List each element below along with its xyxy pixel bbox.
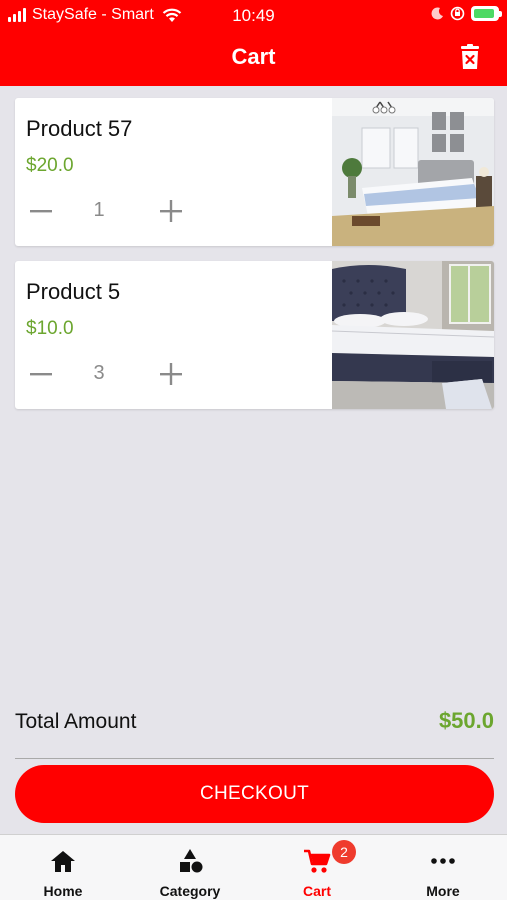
orientation-lock-icon xyxy=(450,6,465,21)
total-row: Total Amount $50.0 xyxy=(15,708,494,738)
tab-bar: Home Category 2 Cart More xyxy=(0,834,507,900)
total-label: Total Amount xyxy=(15,710,137,733)
product-name: Product 57 xyxy=(26,116,133,141)
tab-cart[interactable]: 2 Cart xyxy=(254,835,380,900)
home-icon xyxy=(51,851,75,872)
total-amount: $50.0 xyxy=(438,708,494,733)
tab-home[interactable]: Home xyxy=(0,835,126,900)
trash-icon[interactable] xyxy=(459,44,481,70)
quantity-value: 1 xyxy=(93,199,105,221)
tab-label: More xyxy=(426,883,460,899)
plus-icon[interactable] xyxy=(159,361,183,387)
quantity-stepper: 1 xyxy=(29,198,189,224)
divider xyxy=(15,758,494,759)
cart-icon xyxy=(304,849,331,873)
nav-bar: Cart xyxy=(0,32,507,86)
cart-item: Product 57 $20.0 1 xyxy=(15,98,494,246)
quantity-stepper: 3 xyxy=(29,361,189,387)
quantity-value: 3 xyxy=(93,362,105,384)
minus-icon[interactable] xyxy=(29,361,53,387)
cart-item: Product 5 $10.0 3 xyxy=(15,261,494,409)
checkout-button[interactable]: CHECKOUT xyxy=(15,765,494,823)
tab-label: Home xyxy=(43,883,83,899)
product-price: $10.0 xyxy=(26,318,74,339)
tab-label: Cart xyxy=(302,883,331,899)
product-name: Product 5 xyxy=(26,279,121,304)
more-icon xyxy=(431,858,455,864)
page-title: Cart xyxy=(231,44,276,69)
cart-badge: 2 xyxy=(332,840,356,864)
tab-label: Category xyxy=(159,883,221,899)
tab-category[interactable]: Category xyxy=(127,835,253,900)
status-bar: StaySafe - Smart 10:49 xyxy=(0,0,507,32)
plus-icon[interactable] xyxy=(159,198,183,224)
bed-photo xyxy=(332,261,494,409)
product-price: $20.0 xyxy=(26,155,74,176)
battery-icon xyxy=(471,6,502,21)
status-right xyxy=(431,6,502,21)
minus-icon[interactable] xyxy=(29,198,53,224)
tab-more[interactable]: More xyxy=(380,835,506,900)
category-icon xyxy=(180,849,203,873)
bedroom-photo xyxy=(332,98,494,246)
moon-icon xyxy=(431,7,443,20)
